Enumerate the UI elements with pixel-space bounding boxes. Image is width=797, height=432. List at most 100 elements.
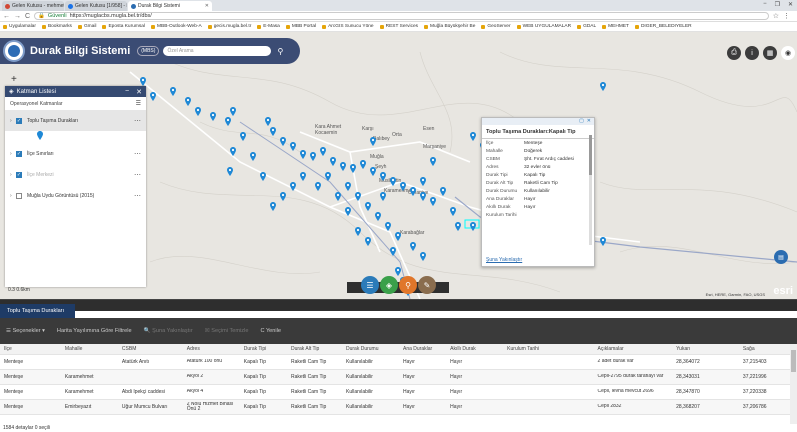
reload-icon[interactable]: C xyxy=(25,13,30,20)
bus-stop-pin-icon[interactable] xyxy=(150,92,156,101)
bus-stop-pin-icon[interactable] xyxy=(355,192,361,201)
bus-stop-pin-icon[interactable] xyxy=(225,117,231,126)
bus-stop-pin-icon[interactable] xyxy=(210,112,216,121)
bookmark-item[interactable]: WEB UYGULAMALAR xyxy=(516,24,571,29)
bus-stop-pin-icon[interactable] xyxy=(290,142,296,151)
bus-stop-pin-icon[interactable] xyxy=(370,167,376,176)
bus-stop-pin-icon[interactable] xyxy=(350,164,356,173)
bus-stop-pin-icon[interactable] xyxy=(365,202,371,211)
browser-tab[interactable]: Durak Bilgi Sistemi ✕ xyxy=(128,1,212,11)
bus-stop-pin-icon[interactable] xyxy=(400,182,406,191)
bus-stop-pin-icon[interactable] xyxy=(280,137,286,146)
layer-checkbox[interactable] xyxy=(16,192,22,199)
url-input[interactable]: 🔒 Güvenli https://muglacbs.mugla.bel.tr/… xyxy=(34,12,769,20)
bookmark-item[interactable]: GDAL xyxy=(577,24,596,29)
bus-stop-pin-icon[interactable] xyxy=(335,192,341,201)
bus-stop-pin-icon[interactable] xyxy=(360,160,366,169)
bus-stop-pin-icon[interactable] xyxy=(315,182,321,191)
bus-stop-pin-icon[interactable] xyxy=(230,147,236,156)
layer-menu-icon[interactable]: ⋯ xyxy=(134,117,141,125)
layer-menu-icon[interactable]: ⋯ xyxy=(134,150,141,158)
maximize-icon[interactable]: ❐ xyxy=(775,1,780,8)
table-row[interactable]: Menteşe Atatürk Anıtı Atatürk 100 önü Kapal… xyxy=(0,355,790,370)
table-splitter[interactable] xyxy=(0,299,797,311)
bookmark-item[interactable]: MEHMET xyxy=(602,24,629,29)
table-scrollbar[interactable] xyxy=(790,344,797,424)
bus-stop-pin-icon[interactable] xyxy=(470,222,476,231)
bus-stop-pin-icon[interactable] xyxy=(185,97,191,106)
column-header[interactable]: Sağa xyxy=(739,346,790,352)
bus-stop-pin-icon[interactable] xyxy=(340,162,346,171)
column-header[interactable]: Kurulum Tarihi xyxy=(503,346,593,352)
search-icon[interactable]: ⚲ xyxy=(277,47,283,56)
zoom-in-icon[interactable]: + xyxy=(11,74,17,85)
basemap-gallery-icon[interactable]: ▦ xyxy=(763,46,777,60)
info-icon[interactable]: i xyxy=(745,46,759,60)
bookmark-item[interactable]: GeoServer xyxy=(481,24,511,29)
bus-stop-pin-icon[interactable] xyxy=(345,207,351,216)
layer-row[interactable]: › ✓ İlçe Sınırları ⋯ xyxy=(5,143,146,164)
bus-stop-pin-icon[interactable] xyxy=(240,132,246,141)
bus-stop-pin-icon[interactable] xyxy=(390,247,396,256)
star-icon[interactable]: ☆ xyxy=(773,12,779,20)
minimize-panel-icon[interactable]: − xyxy=(125,88,129,96)
bookmark-item[interactable]: E-Masa xyxy=(257,24,280,29)
bus-stop-pin-icon[interactable] xyxy=(330,157,336,166)
column-header[interactable]: Açıklamalar xyxy=(594,346,673,352)
bookmark-item[interactable]: gecis.mugla.bel.tr xyxy=(207,24,251,29)
bus-stop-pin-icon[interactable] xyxy=(470,132,476,141)
menu-icon[interactable]: ⋮ xyxy=(783,12,790,20)
browser-tab[interactable]: Gelen Kutusu - mehmet✕ xyxy=(2,1,64,11)
bus-stop-pin-icon[interactable] xyxy=(375,212,381,221)
bus-stop-pin-icon[interactable] xyxy=(290,182,296,191)
bus-stop-pin-icon[interactable] xyxy=(365,237,371,246)
bus-stop-pin-icon[interactable] xyxy=(250,152,256,161)
draw-icon[interactable]: ✎ xyxy=(418,276,436,294)
overview-map-icon[interactable]: ▤ xyxy=(774,250,788,264)
bus-stop-pin-icon[interactable] xyxy=(260,172,266,181)
bus-stop-pin-icon[interactable] xyxy=(140,77,146,86)
minimize-icon[interactable]: − xyxy=(763,1,767,8)
bus-stop-pin-icon[interactable] xyxy=(300,172,306,181)
bus-stop-pin-icon[interactable] xyxy=(410,242,416,251)
bookmark-item[interactable]: REST Services xyxy=(379,24,418,29)
location-icon[interactable]: ⚲ xyxy=(399,276,417,294)
layer-checkbox[interactable]: ✓ xyxy=(16,150,22,157)
bus-stop-pin-icon[interactable] xyxy=(380,172,386,181)
bus-stop-pin-icon[interactable] xyxy=(390,177,396,186)
column-header[interactable]: Durak Tipi xyxy=(240,346,287,352)
close-icon[interactable]: ✕ xyxy=(788,1,793,8)
visibility-icon[interactable]: ◉ xyxy=(781,46,795,60)
table-tool-button[interactable]: C Yenile xyxy=(260,328,281,334)
table-row[interactable]: Menteşe Karamehmet Abdi İpekçi caddesi Akyo… xyxy=(0,385,790,400)
bus-stop-pin-icon[interactable] xyxy=(310,152,316,161)
column-header[interactable]: Yukarı xyxy=(672,346,739,352)
bus-stop-pin-icon[interactable] xyxy=(450,207,456,216)
bus-stop-pin-icon[interactable] xyxy=(320,147,326,156)
bus-stop-pin-icon[interactable] xyxy=(355,227,361,236)
bus-stop-pin-icon[interactable] xyxy=(230,107,236,116)
table-tool-button[interactable]: 🔍 Şuna Yakınlaştır xyxy=(144,328,193,334)
bus-stop-pin-icon[interactable] xyxy=(430,197,436,206)
column-header[interactable]: Durak Durumu xyxy=(342,346,399,352)
bus-stop-pin-icon[interactable] xyxy=(227,167,233,176)
bus-stop-pin-icon[interactable] xyxy=(370,137,376,146)
bookmark-item[interactable]: ArcGIS Sunucu Yöne xyxy=(322,24,374,29)
bus-stop-pin-icon[interactable] xyxy=(440,187,446,196)
layer-checkbox[interactable]: ✓ xyxy=(16,117,22,124)
layer-options-icon[interactable]: ☰ xyxy=(136,100,141,107)
bus-stop-pin-icon[interactable] xyxy=(265,117,271,126)
bookmark-item[interactable]: DIGER_BELEDIYELER xyxy=(634,24,692,29)
bus-stop-pin-icon[interactable] xyxy=(395,267,401,276)
layer-menu-icon[interactable]: ⋯ xyxy=(134,192,141,200)
bus-stop-pin-icon[interactable] xyxy=(430,157,436,166)
print-icon[interactable]: ⎙ xyxy=(727,46,741,60)
table-row[interactable]: Menteşe Emirbeyazıt Uğur Mumcu Bulvarı 2 No… xyxy=(0,400,790,415)
bus-stop-pin-icon[interactable] xyxy=(325,172,331,181)
popup-maximize-icon[interactable]: ▢ xyxy=(579,118,584,125)
back-icon[interactable]: ← xyxy=(3,13,10,20)
bus-stop-pin-icon[interactable] xyxy=(420,252,426,261)
bus-stop-pin-icon[interactable] xyxy=(380,192,386,201)
bus-stop-pin-icon[interactable] xyxy=(410,187,416,196)
layer-row[interactable]: › ✓ Toplu Taşıma Durakları ⋯ xyxy=(5,110,146,131)
